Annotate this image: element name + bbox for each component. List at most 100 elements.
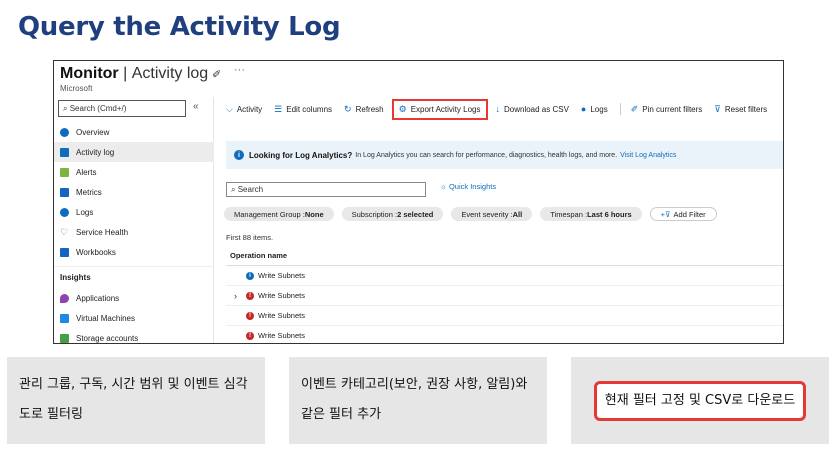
add-filter-label: Add Filter [673, 209, 706, 219]
item-count: First 88 items. [226, 233, 274, 242]
sidebar-item-metrics[interactable]: Metrics [54, 182, 214, 202]
search-icon: ⌕ [231, 185, 236, 194]
main-search-input[interactable]: ⌕ Search [226, 182, 426, 197]
metrics-icon [60, 187, 69, 197]
download-csv-button[interactable]: ↓ Download as CSV [496, 104, 569, 114]
quick-insights-label: Quick Insights [448, 182, 497, 191]
sidebar-item-label: Service Health [76, 227, 129, 237]
chevron-right-icon[interactable]: › [234, 291, 246, 301]
table-row[interactable]: ! Write Subnets [226, 306, 783, 326]
filter-timespan[interactable]: Timespan : Last 6 hours [540, 207, 642, 221]
pin-current-filters-button[interactable]: ✐ Pin current filters [631, 104, 703, 115]
visit-log-analytics-link[interactable]: Visit Log Analytics [620, 152, 676, 159]
export-activity-logs-button[interactable]: ⚙ Export Activity Logs [391, 98, 488, 120]
refresh-button[interactable]: ↻ Refresh [344, 104, 384, 115]
add-filter-icon: +⊽ [660, 209, 671, 219]
error-status-icon: ! [246, 311, 254, 320]
filter-value: Last 6 hours [587, 209, 632, 219]
sidebar-item-label: Activity log [76, 147, 115, 157]
filter-subscription[interactable]: Subscription : 2 selected [341, 207, 444, 221]
sidebar-item-storage-accounts[interactable]: Storage accounts [54, 328, 214, 343]
blade-header: Monitor | Activity log Microsoft [60, 65, 208, 93]
sidebar-item-virtual-machines[interactable]: Virtual Machines [54, 308, 214, 328]
log-analytics-banner: i Looking for Log Analytics? In Log Anal… [226, 141, 783, 169]
workbooks-icon [60, 247, 69, 257]
caption-pin-and-download: 현재 필터 고정 및 CSV로 다운로드 [571, 357, 829, 444]
operation-name: Write Subnets [258, 331, 305, 340]
sidebar-item-overview[interactable]: Overview [54, 122, 214, 142]
main-search-placeholder: Search [237, 185, 264, 194]
search-icon: ⌕ [63, 104, 68, 113]
download-icon: ↓ [495, 104, 501, 114]
activity-button[interactable]: ⌵ Activity [226, 104, 262, 115]
sidebar-item-label: Overview [76, 127, 110, 137]
activity-log-icon [60, 147, 69, 157]
reset-filters-button[interactable]: ⊽ Reset filters [714, 104, 767, 115]
filter-label: Subscription : [351, 209, 398, 219]
reset-filters-label: Reset filters [724, 104, 768, 114]
filter-management-group[interactable]: Management Group : None [224, 207, 334, 221]
filter-reset-icon: ⊽ [714, 103, 721, 114]
collapse-sidebar-button[interactable]: « [193, 101, 199, 112]
logs-label: Logs [590, 104, 608, 114]
edit-columns-button[interactable]: ☰ Edit columns [274, 104, 332, 115]
filter-value: All [512, 209, 523, 219]
virtual-machines-icon [60, 313, 69, 323]
lightbulb-icon: ☼ [440, 182, 447, 191]
highlighted-caption: 현재 필터 고정 및 CSV로 다운로드 [593, 380, 807, 421]
slide-title: Query the Activity Log [18, 12, 341, 42]
logs-icon [60, 207, 69, 217]
chevron-down-icon: ⌵ [226, 103, 233, 114]
table-row[interactable]: ›! Write Subnets [226, 286, 783, 306]
info-status-icon: i [246, 271, 254, 280]
sidebar-search-input[interactable]: ⌕ Search (Cmd+/) [58, 100, 186, 117]
toolbar-divider [619, 103, 621, 115]
add-filter-button[interactable]: +⊽ Add Filter [649, 207, 717, 221]
sidebar-nav: Overview Activity log Alerts Metrics Log… [54, 122, 214, 343]
service-name: Monitor [60, 65, 119, 82]
storage-accounts-icon [60, 333, 69, 343]
sidebar-item-label: Storage accounts [76, 333, 139, 343]
activity-label: Activity [236, 104, 263, 114]
overview-icon [60, 127, 69, 137]
sidebar: ⌕ Search (Cmd+/) « Overview Activity log… [54, 97, 214, 343]
caption-add-category-filter: 이벤트 카테고리(보안, 권장 사항, 알림)와 같은 필터 추가 [289, 357, 547, 444]
refresh-icon: ↻ [344, 103, 352, 114]
sidebar-item-label: Alerts [76, 167, 97, 177]
sidebar-item-label: Workbooks [76, 247, 116, 257]
table-row[interactable]: i Write Subnets [226, 266, 783, 286]
filter-label: Event severity : [461, 209, 513, 219]
sidebar-item-activity-log[interactable]: Activity log [54, 142, 214, 162]
quick-insights-link[interactable]: ☼ Quick Insights [440, 182, 496, 191]
operation-name: Write Subnets [258, 311, 305, 320]
edit-columns-label: Edit columns [286, 104, 333, 114]
info-icon: i [234, 150, 244, 160]
error-status-icon: ! [246, 291, 254, 300]
logs-button[interactable]: ● Logs [581, 104, 608, 114]
sidebar-section-insights: Insights [54, 266, 214, 288]
sidebar-item-applications[interactable]: Applications [54, 288, 214, 308]
filter-label: Management Group : [234, 209, 305, 219]
sidebar-item-service-health[interactable]: ♡ Service Health [54, 222, 214, 242]
filter-event-severity[interactable]: Event severity : All [451, 207, 533, 221]
sidebar-item-label: Metrics [76, 187, 102, 197]
sidebar-item-logs[interactable]: Logs [54, 202, 214, 222]
pin-filters-label: Pin current filters [642, 104, 703, 114]
table-row[interactable]: ! Write Subnets [226, 326, 783, 343]
search-placeholder: Search (Cmd+/) [69, 104, 127, 113]
more-button[interactable]: ··· [234, 64, 245, 76]
command-bar: ⌵ Activity ☰ Edit columns ↻ Refresh ⚙ Export… [226, 98, 783, 120]
title-separator: | [123, 65, 128, 82]
error-status-icon: ! [246, 331, 254, 340]
gear-icon: ⚙ [398, 103, 407, 114]
sidebar-item-workbooks[interactable]: Workbooks [54, 242, 214, 262]
filter-label: Timespan : [550, 209, 588, 219]
sidebar-item-label: Applications [76, 293, 120, 303]
sidebar-item-label: Virtual Machines [76, 313, 135, 323]
refresh-label: Refresh [355, 104, 384, 114]
sidebar-item-alerts[interactable]: Alerts [54, 162, 214, 182]
column-header-operation-name[interactable]: Operation name [226, 246, 783, 266]
pin-icon[interactable]: ✐ [212, 68, 221, 81]
pin-icon: ✐ [630, 103, 639, 114]
activity-list: i Write Subnets ›! Write Subnets ! Write Su… [226, 266, 783, 343]
